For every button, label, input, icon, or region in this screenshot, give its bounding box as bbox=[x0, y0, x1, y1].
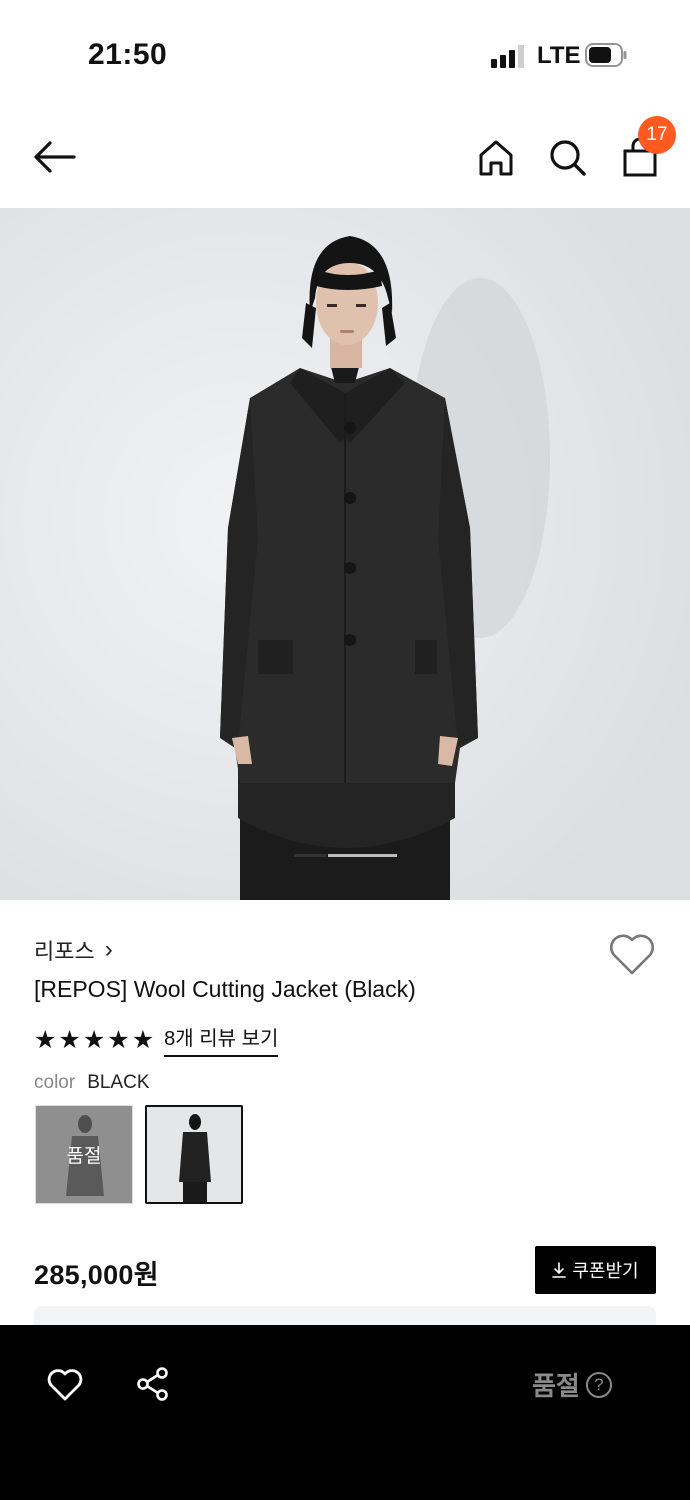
bottom-action-bar bbox=[0, 1325, 690, 1500]
soldout-button[interactable]: 품절 ? bbox=[532, 1366, 612, 1403]
search-icon bbox=[550, 140, 586, 176]
home-icon bbox=[479, 140, 513, 176]
bottom-wishlist-button[interactable] bbox=[41, 1360, 89, 1408]
signal-icon bbox=[491, 44, 525, 68]
star-icon: ★ bbox=[34, 1025, 57, 1054]
pager-active-segment bbox=[294, 854, 326, 857]
back-button[interactable] bbox=[30, 133, 78, 181]
top-nav bbox=[0, 110, 690, 208]
star-icon: ★ bbox=[107, 1025, 130, 1054]
chevron-right-icon: › bbox=[104, 936, 113, 963]
star-icon: ★ bbox=[131, 1025, 155, 1054]
brand-name: 리포스 bbox=[34, 939, 95, 964]
cart-count-badge: 17 bbox=[638, 116, 676, 154]
product-price: 285,000원 bbox=[34, 1260, 159, 1290]
rating-stars: ★ ★ ★ ★ ★ bbox=[34, 1026, 154, 1054]
brand-link[interactable]: 리포스 › bbox=[34, 934, 113, 966]
star-icon: ★ bbox=[82, 1025, 106, 1054]
heart-icon bbox=[47, 1369, 83, 1401]
status-time: 21:50 bbox=[88, 38, 168, 71]
color-label: color bbox=[34, 1072, 76, 1093]
share-icon bbox=[137, 1367, 168, 1401]
status-bar: 21:50 LTE bbox=[0, 0, 690, 110]
network-label: LTE bbox=[537, 42, 581, 69]
soldout-label: 품절 bbox=[532, 1371, 580, 1401]
share-button[interactable] bbox=[129, 1360, 177, 1408]
back-arrow-icon bbox=[34, 141, 76, 173]
coupon-button[interactable]: 쿠폰받기 bbox=[535, 1246, 656, 1294]
coupon-button-label: 쿠폰받기 bbox=[572, 1261, 639, 1281]
gallery-pager bbox=[294, 854, 397, 857]
rating-row: ★ ★ ★ ★ ★ 8개 리뷰 보기 bbox=[34, 1022, 279, 1057]
model-illustration bbox=[0, 208, 690, 900]
battery-icon bbox=[585, 43, 627, 67]
wishlist-button[interactable] bbox=[606, 930, 658, 978]
star-icon: ★ bbox=[58, 1025, 81, 1054]
review-link[interactable]: 8개 리뷰 보기 bbox=[164, 1022, 279, 1057]
color-value: BLACK bbox=[87, 1072, 150, 1093]
swatch-image bbox=[147, 1107, 241, 1202]
product-title: [REPOS] Wool Cutting Jacket (Black) bbox=[34, 976, 416, 1002]
heart-icon bbox=[609, 934, 655, 975]
home-button[interactable] bbox=[472, 134, 520, 182]
color-swatch-gray[interactable]: 품절 bbox=[35, 1105, 133, 1204]
swatch-soldout-label: 품절 bbox=[36, 1106, 132, 1203]
pager-inactive-segment bbox=[328, 854, 397, 857]
help-icon[interactable]: ? bbox=[585, 1371, 612, 1398]
download-icon bbox=[552, 1262, 567, 1278]
color-swatch-black[interactable] bbox=[145, 1105, 243, 1204]
product-image[interactable] bbox=[0, 208, 690, 900]
search-button[interactable] bbox=[544, 134, 592, 182]
color-row: color BLACK bbox=[34, 1072, 150, 1094]
